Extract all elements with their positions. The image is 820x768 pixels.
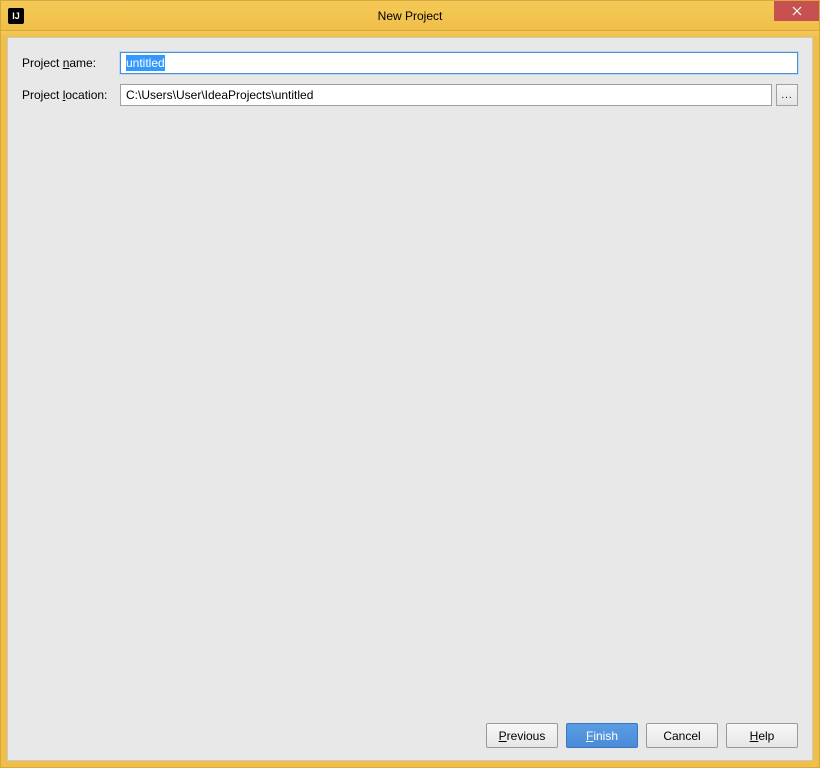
browse-button[interactable]: ...: [776, 84, 798, 106]
project-location-row: Project location: ...: [22, 84, 798, 106]
project-name-input[interactable]: untitled: [120, 52, 798, 74]
help-button[interactable]: Help: [726, 723, 798, 748]
project-location-label: Project location:: [22, 88, 120, 102]
cancel-button[interactable]: Cancel: [646, 723, 718, 748]
project-location-input[interactable]: [120, 84, 772, 106]
spacer: [22, 116, 798, 713]
project-name-label: Project name:: [22, 56, 120, 70]
close-button[interactable]: [774, 1, 819, 21]
button-bar: Previous Finish Cancel Help: [22, 713, 798, 748]
previous-button[interactable]: Previous: [486, 723, 558, 748]
titlebar[interactable]: IJ New Project: [1, 1, 819, 31]
app-icon: IJ: [8, 8, 24, 24]
new-project-dialog: IJ New Project Project name: untitled Pr…: [0, 0, 820, 768]
window-title: New Project: [378, 9, 443, 23]
content-wrapper: Project name: untitled Project location:…: [1, 31, 819, 767]
finish-button[interactable]: Finish: [566, 723, 638, 748]
project-name-row: Project name: untitled: [22, 52, 798, 74]
content-panel: Project name: untitled Project location:…: [7, 37, 813, 761]
close-icon: [792, 6, 802, 16]
